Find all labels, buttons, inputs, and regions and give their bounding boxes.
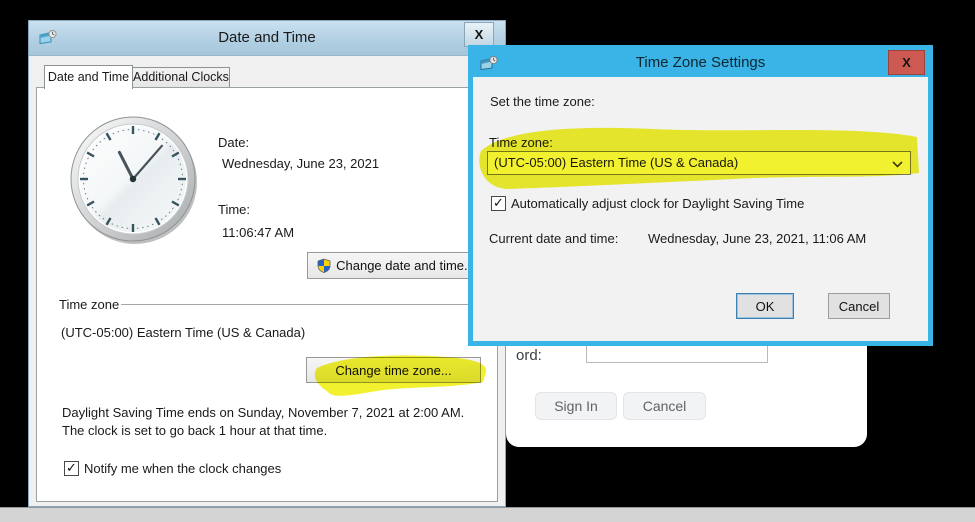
time-zone-selected-value: (UTC-05:00) Eastern Time (US & Canada)	[494, 155, 739, 170]
group-separator-line	[121, 304, 493, 305]
checkmark-icon: ✓	[493, 195, 504, 210]
chevron-down-icon	[892, 161, 903, 168]
date-and-time-titlebar[interactable]: Date and Time X	[29, 21, 505, 56]
tz-cancel-button[interactable]: Cancel	[828, 293, 890, 319]
notify-clock-checkbox-label: Notify me when the clock changes	[84, 461, 282, 476]
date-time-tab-page: Date: Wednesday, June 23, 2021 Time: 11:…	[36, 87, 498, 502]
close-icon[interactable]: X	[464, 22, 494, 47]
password-label-fragment: ord:	[516, 347, 542, 364]
close-icon[interactable]: X	[888, 50, 925, 75]
change-date-time-label: Change date and time...	[336, 258, 475, 273]
taskbar[interactable]	[0, 507, 975, 522]
analog-clock	[70, 116, 197, 244]
dst-info-line2: The clock is set to go back 1 hour at th…	[62, 423, 328, 438]
auto-dst-checkbox-label: Automatically adjust clock for Daylight …	[511, 196, 805, 211]
screenshot-canvas: Date and Time X Additional Clocks Date a…	[0, 0, 975, 522]
window-title: Date and Time	[218, 29, 316, 46]
time-zone-settings-window: Time Zone Settings X Set the time zone: …	[468, 45, 933, 346]
date-label: Date:	[218, 135, 250, 150]
time-zone-settings-titlebar[interactable]: Time Zone Settings X	[473, 50, 928, 77]
set-time-zone-label: Set the time zone:	[490, 94, 595, 109]
tab-additional-clocks[interactable]: Additional Clocks	[133, 67, 230, 88]
change-date-time-button[interactable]: Change date and time...	[307, 252, 485, 279]
date-and-time-window: Date and Time X Additional Clocks Date a…	[28, 20, 506, 507]
dst-info-line1: Daylight Saving Time ends on Sunday, Nov…	[62, 405, 465, 420]
current-date-time-value: Wednesday, June 23, 2021, 11:06 AM	[648, 231, 867, 246]
auto-dst-checkbox[interactable]: ✓	[491, 196, 506, 211]
tab-date-and-time[interactable]: Date and Time	[44, 65, 133, 89]
signin-cancel-button[interactable]: Cancel	[623, 392, 706, 420]
sign-in-button[interactable]: Sign In	[535, 392, 617, 420]
current-date-time-label: Current date and time:	[489, 231, 619, 246]
time-zone-dropdown[interactable]: (UTC-05:00) Eastern Time (US & Canada)	[487, 151, 911, 175]
time-zone-field-label: Time zone:	[489, 135, 553, 150]
current-time-zone-value: (UTC-05:00) Eastern Time (US & Canada)	[61, 325, 306, 340]
change-time-zone-button[interactable]: Change time zone...	[306, 357, 481, 383]
time-zone-settings-body: Set the time zone: Time zone: (UTC-05:00…	[473, 77, 928, 341]
notify-clock-checkbox[interactable]: ✓	[64, 461, 79, 476]
time-zone-group-label: Time zone	[59, 297, 120, 312]
time-label: Time:	[218, 202, 251, 217]
time-value: 11:06:47 AM	[222, 225, 295, 240]
signin-panel: ord: Sign In Cancel	[506, 331, 867, 447]
uac-shield-icon	[317, 258, 331, 273]
date-value: Wednesday, June 23, 2021	[222, 156, 380, 171]
change-time-zone-label: Change time zone...	[335, 362, 452, 378]
window-title: Time Zone Settings	[635, 54, 766, 71]
ok-button[interactable]: OK	[736, 293, 794, 319]
checkmark-icon: ✓	[66, 460, 77, 475]
